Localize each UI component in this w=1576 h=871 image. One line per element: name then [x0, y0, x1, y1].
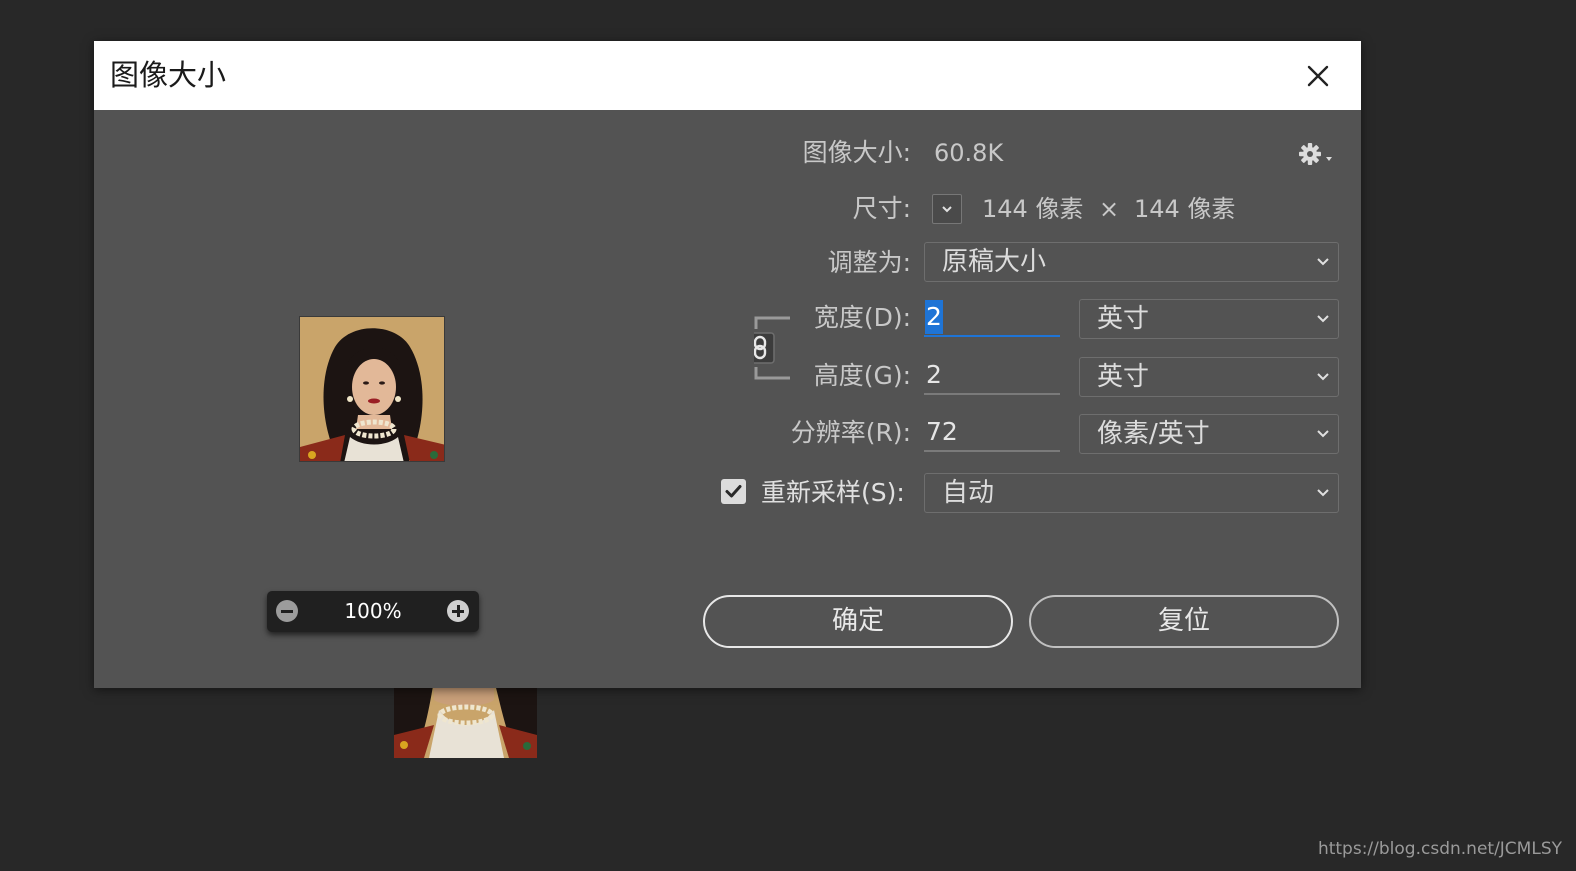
reset-button[interactable]: 复位: [1029, 595, 1339, 648]
image-preview[interactable]: [299, 316, 445, 462]
constrain-proportions-toggle[interactable]: [745, 315, 792, 381]
height-input-value: 2: [926, 360, 942, 389]
resample-label: 重新采样(S):: [761, 478, 905, 507]
resolution-input[interactable]: 72: [924, 414, 1060, 452]
width-input-value: 2: [925, 300, 943, 334]
dimensions-label: 尺寸:: [852, 194, 911, 223]
fit-to-value: 原稿大小: [942, 247, 1047, 277]
width-unit-value: 英寸: [1097, 304, 1150, 334]
dialog-title: 图像大小: [110, 58, 227, 92]
resolution-unit-select[interactable]: 像素/英寸: [1079, 414, 1339, 454]
dimensions-width-value: 144 像素: [982, 195, 1084, 223]
dimensions-unit-dropdown[interactable]: [932, 194, 962, 224]
preview-zoom-control: 100%: [267, 591, 479, 632]
dialog-body: 100% 图像大小: 60.8K 尺寸: 144 像素 × 144 像素 调整为…: [94, 110, 1361, 688]
dialog-titlebar: 图像大小: [94, 41, 1361, 110]
width-label: 宽度(D):: [813, 303, 911, 332]
resample-method-value: 自动: [942, 478, 995, 508]
image-size-label: 图像大小:: [802, 138, 911, 167]
height-label: 高度(G):: [813, 361, 911, 390]
height-unit-select[interactable]: 英寸: [1079, 357, 1339, 397]
resolution-unit-value: 像素/英寸: [1097, 419, 1210, 449]
image-size-dialog: 图像大小 100% 图像大小: 60.8K 尺寸: 144 像素 × 144 像…: [94, 41, 1361, 688]
fit-to-select[interactable]: 原稿大小: [924, 242, 1339, 282]
zoom-out-icon[interactable]: [276, 600, 298, 622]
checkmark-icon: [725, 485, 742, 498]
zoom-level: 100%: [344, 599, 402, 623]
dimensions-height-value: 144 像素: [1134, 195, 1236, 223]
ok-button[interactable]: 确定: [703, 595, 1013, 648]
width-unit-select[interactable]: 英寸: [1079, 299, 1339, 339]
image-size-value: 60.8K: [934, 139, 1004, 167]
fit-to-label: 调整为:: [827, 248, 911, 277]
watermark: https://blog.csdn.net/JCMLSY: [1317, 839, 1562, 859]
app-workspace: 图像大小 100% 图像大小: 60.8K 尺寸: 144 像素 × 144 像…: [0, 0, 1576, 871]
chevron-down-icon: [1317, 315, 1329, 323]
zoom-in-icon[interactable]: [447, 600, 469, 622]
chevron-down-icon: [1317, 373, 1329, 381]
resample-method-select[interactable]: 自动: [924, 473, 1339, 513]
height-unit-value: 英寸: [1097, 362, 1150, 392]
resolution-label: 分辨率(R):: [790, 418, 911, 447]
resample-checkbox[interactable]: [721, 479, 746, 504]
chevron-down-icon: [942, 206, 952, 213]
height-input[interactable]: 2: [924, 357, 1060, 395]
close-button[interactable]: [1301, 59, 1335, 93]
gear-icon: [1299, 143, 1332, 165]
dimensions-times: ×: [1099, 195, 1120, 223]
close-icon: [1307, 65, 1329, 87]
settings-button[interactable]: [1298, 140, 1334, 168]
resolution-input-value: 72: [926, 417, 958, 446]
width-input[interactable]: 2: [924, 299, 1060, 337]
chevron-down-icon: [1317, 489, 1329, 497]
canvas-image: [394, 680, 537, 758]
link-icon: [745, 316, 790, 380]
chevron-down-icon: [1317, 258, 1329, 266]
chevron-down-icon: [1317, 430, 1329, 438]
